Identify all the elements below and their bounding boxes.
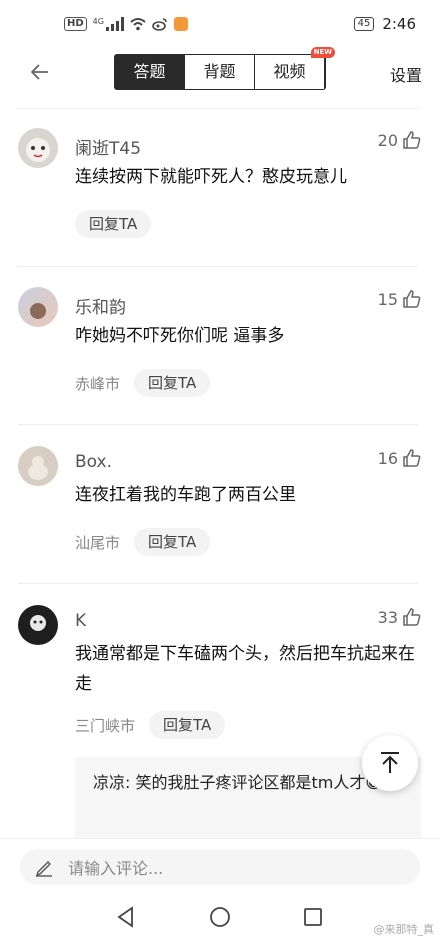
- settings-button[interactable]: 设置: [390, 62, 422, 86]
- comment-location: 赤峰市: [75, 374, 121, 393]
- comment-author[interactable]: 阑逝T45: [75, 134, 141, 159]
- comment-item: K 33 我通常都是下车磕两个头，然后把车抗起来在走 三门峡市 回复TA: [0, 605, 440, 755]
- comment-location: 汕尾市: [75, 533, 121, 552]
- nav-home-icon[interactable]: [207, 904, 233, 930]
- comment-text: 连夜扛着我的车跑了两百公里: [75, 485, 296, 505]
- thumbs-up-icon: [403, 608, 421, 626]
- comment-location: 三门峡市: [75, 716, 136, 735]
- tab-memorize[interactable]: 背题: [185, 55, 255, 89]
- avatar[interactable]: [18, 128, 58, 168]
- weibo-icon: [152, 18, 167, 31]
- app-notification-icon: [173, 17, 188, 31]
- divider: [18, 424, 418, 425]
- comment-author[interactable]: Box.: [75, 452, 112, 472]
- comment-author[interactable]: K: [75, 611, 86, 631]
- battery-icon: 45: [353, 17, 375, 31]
- like-count: 33: [377, 607, 398, 627]
- comment-input-bar: 请输入评论...: [0, 838, 440, 894]
- comment-item: 阑逝T45 20 连续按两下就能吓死人？憨皮玩意儿 回复TA: [0, 128, 440, 248]
- system-nav-bar: @来那特_真: [0, 894, 440, 941]
- divider: [18, 108, 418, 109]
- avatar[interactable]: [18, 605, 58, 645]
- nav-back-icon[interactable]: [113, 904, 139, 930]
- like-button[interactable]: 16: [378, 448, 422, 468]
- nav-recents-icon[interactable]: [300, 904, 326, 930]
- reply-button[interactable]: 回复TA: [149, 711, 226, 739]
- like-count: 16: [377, 448, 398, 468]
- mode-tabs: 答题 背题 视频 NEW: [114, 47, 335, 90]
- comment-item: Box. 16 连夜扛着我的车跑了两百公里 汕尾市 回复TA: [0, 446, 440, 566]
- network-label: 4G: [92, 17, 104, 26]
- thumbs-up-icon: [403, 290, 421, 308]
- like-button[interactable]: 33: [378, 607, 422, 627]
- hd-badge: HD: [64, 17, 87, 31]
- scroll-to-top-button[interactable]: [362, 735, 418, 791]
- comment-text: 我通常都是下车磕两个头，然后把车抗起来在走: [75, 644, 415, 694]
- status-bar: HD 4G 45 2:46: [0, 0, 440, 48]
- avatar[interactable]: [18, 446, 58, 486]
- thumbs-up-icon: [403, 131, 421, 149]
- thumbs-up-icon: [403, 449, 421, 467]
- like-count: 20: [377, 130, 398, 150]
- comment-text: 连续按两下就能吓死人？憨皮玩意儿: [75, 167, 347, 187]
- arrow-up-icon: [381, 752, 399, 773]
- like-count: 15: [377, 289, 398, 309]
- tab-answer[interactable]: 答题: [115, 55, 185, 89]
- like-button[interactable]: 20: [378, 130, 422, 150]
- pencil-icon: [35, 861, 52, 877]
- tab-video[interactable]: 视频: [255, 55, 325, 89]
- avatar[interactable]: [18, 287, 58, 327]
- reply-button[interactable]: 回复TA: [134, 369, 211, 397]
- like-button[interactable]: 15: [378, 289, 422, 309]
- reply-button[interactable]: 回复TA: [134, 528, 211, 556]
- comment-author[interactable]: 乐和韵: [75, 293, 126, 318]
- watermark: @来那特_真: [373, 923, 435, 936]
- divider: [18, 583, 418, 584]
- reply-button[interactable]: 回复TA: [75, 210, 152, 238]
- back-arrow-icon[interactable]: [28, 60, 52, 84]
- comment-text: 咋她妈不吓死你们呢 逼事多: [75, 326, 285, 346]
- new-badge: NEW: [310, 47, 335, 58]
- comment-input-placeholder: 请输入评论...: [68, 859, 164, 878]
- clock: 2:46: [382, 15, 416, 33]
- comment-item: 乐和韵 15 咋她妈不吓死你们呢 逼事多 赤峰市 回复TA: [0, 287, 440, 407]
- wifi-icon: [130, 18, 146, 31]
- divider: [18, 266, 418, 267]
- header: 答题 背题 视频 NEW 设置: [0, 47, 440, 96]
- signal-icon: [105, 17, 124, 31]
- comment-input[interactable]: 请输入评论...: [20, 849, 420, 885]
